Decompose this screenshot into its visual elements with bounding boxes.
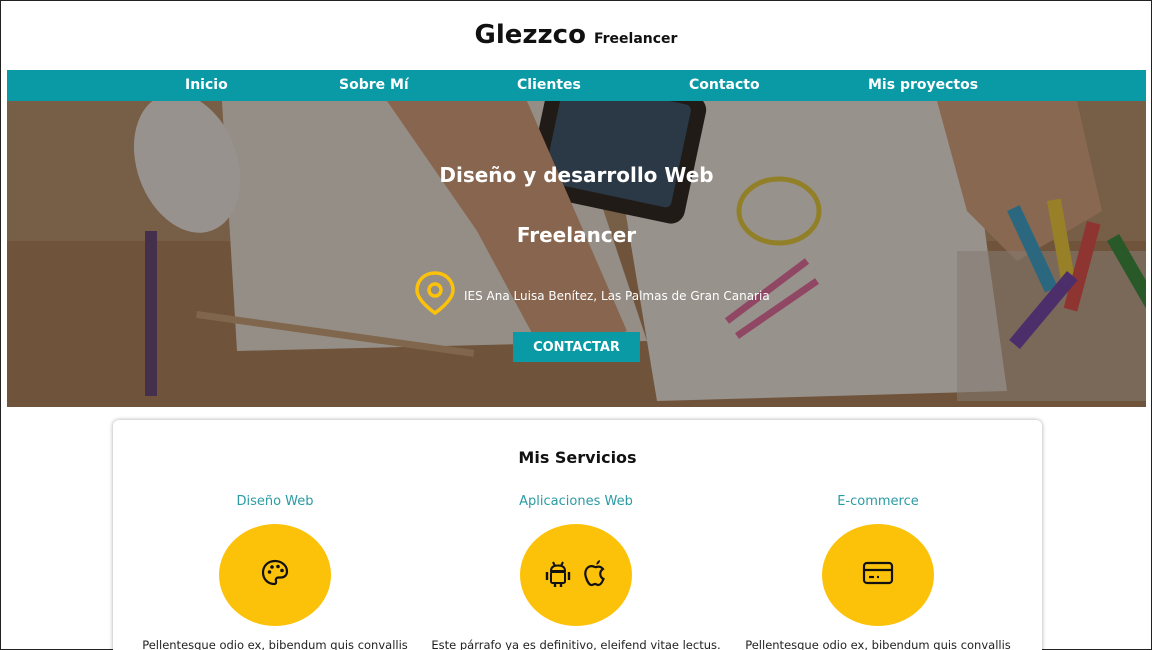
service-icon-circle [520, 524, 632, 626]
service-title: Aplicaciones Web [519, 494, 633, 509]
services-card: Mis Servicios Diseño Web Pellentesque od… [113, 420, 1042, 650]
service-icon-circle [219, 524, 331, 626]
service-aplicaciones-web: Aplicaciones Web Este párrafo ya es defi… [426, 494, 726, 650]
hero-content: Diseño y desarrollo Web Freelancer IES A… [7, 101, 1146, 407]
palette-icon [259, 557, 291, 594]
brand-tag: Freelancer [593, 31, 678, 47]
credit-card-icon [862, 560, 894, 591]
location-text: IES Ana Luisa Benítez, Las Palmas de Gra… [464, 288, 770, 303]
apple-icon [581, 558, 609, 593]
service-title: Diseño Web [236, 494, 314, 509]
service-icon-circle [822, 524, 934, 626]
service-ecommerce: E-commerce Pellentesque odio ex, bibendu… [728, 494, 1028, 650]
services-title: Mis Servicios [518, 448, 637, 467]
hero-title: Diseño y desarrollo Web [439, 163, 714, 187]
service-description: Pellentesque odio ex, bibendum quis conv… [142, 638, 408, 650]
nav-link-sobre-mi[interactable]: Sobre Mí [339, 70, 409, 101]
site-header: Glezzco Freelancer [1, 1, 1151, 69]
service-description: Pellentesque odio ex, bibendum quis conv… [745, 638, 1011, 650]
nav-link-inicio[interactable]: Inicio [185, 70, 228, 101]
android-icon [543, 558, 573, 593]
service-diseno-web: Diseño Web Pellentesque odio ex, bibendu… [125, 494, 425, 650]
nav-link-mis-proyectos[interactable]: Mis proyectos [868, 70, 978, 101]
service-title: E-commerce [837, 494, 919, 509]
contactar-button[interactable]: CONTACTAR [513, 332, 640, 362]
nav-link-contacto[interactable]: Contacto [689, 70, 760, 101]
hero-location: IES Ana Luisa Benítez, Las Palmas de Gra… [414, 271, 770, 320]
main-nav: Inicio Sobre Mí Clientes Contacto Mis pr… [7, 70, 1146, 101]
location-pin-icon [414, 271, 456, 320]
nav-link-clientes[interactable]: Clientes [517, 70, 581, 101]
service-description: Este párrafo ya es definitivo, eleifend … [431, 638, 721, 650]
hero-banner: Diseño y desarrollo Web Freelancer IES A… [7, 101, 1146, 407]
hero-subtitle: Freelancer [516, 223, 637, 247]
brand[interactable]: Glezzco Freelancer [475, 20, 678, 50]
brand-name: Glezzco [474, 20, 586, 50]
